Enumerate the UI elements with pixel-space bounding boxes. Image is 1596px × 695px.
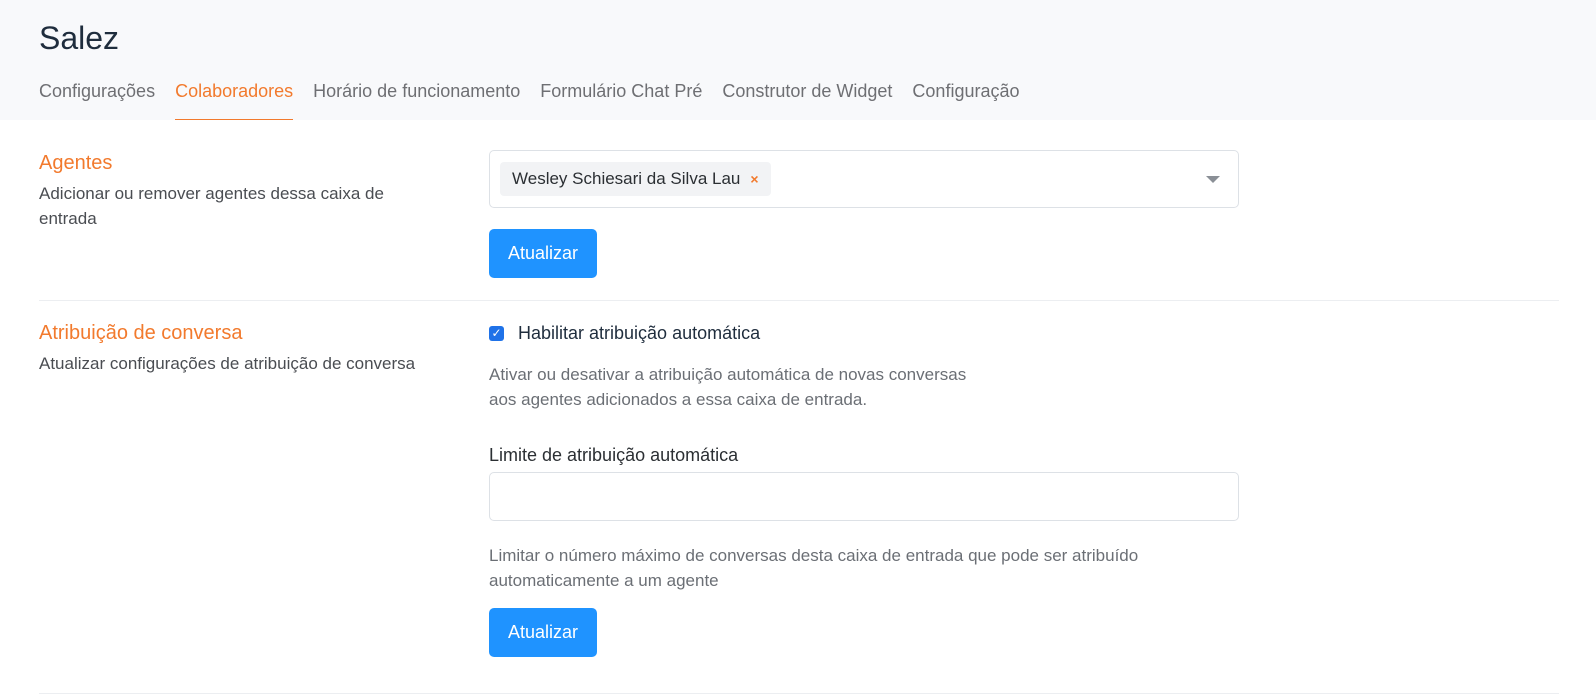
remove-agent-icon[interactable]: × <box>750 171 758 187</box>
auto-assign-help-line-2: aos agentes adicionados a essa caixa de … <box>489 390 868 409</box>
update-assignment-button[interactable]: Atualizar <box>489 608 597 657</box>
selected-agent-tag: Wesley Schiesari da Silva Lau × <box>500 162 771 196</box>
assignment-section-title: Atribuição de conversa <box>39 322 243 344</box>
tab-colaboradores[interactable]: Colaboradores <box>175 80 294 120</box>
settings-header: Salez Configurações Colaboradores Horári… <box>0 0 1596 120</box>
assignment-limit-help-line-2: automaticamente a um agente <box>489 571 719 590</box>
tab-configuracao[interactable]: Configuração <box>912 80 1019 120</box>
section-divider-bottom <box>39 693 1559 694</box>
agents-multiselect[interactable]: Wesley Schiesari da Silva Lau × <box>489 150 1239 208</box>
assignment-section-description: Atualizar configurações de atribuição de… <box>39 354 416 373</box>
chevron-down-icon[interactable] <box>1206 176 1220 183</box>
update-agents-button[interactable]: Atualizar <box>489 229 597 278</box>
selected-agent-name: Wesley Schiesari da Silva Lau <box>512 169 741 188</box>
auto-assign-help-line-1: Ativar ou desativar a atribuição automát… <box>489 365 967 384</box>
assignment-limit-label: Limite de atribuição automática <box>489 445 739 465</box>
tab-formulario-chat-pre[interactable]: Formulário Chat Pré <box>540 80 702 120</box>
auto-assign-row: ✓ Habilitar atribuição automática <box>489 323 760 344</box>
assignment-limit-help: Limitar o número máximo de conversas des… <box>489 543 1138 593</box>
inbox-title: Salez <box>39 20 120 56</box>
tab-construtor-de-widget[interactable]: Construtor de Widget <box>722 80 892 120</box>
assignment-limit-input[interactable] <box>489 472 1239 521</box>
tab-configuracoes[interactable]: Configurações <box>39 80 155 120</box>
assignment-limit-help-line-1: Limitar o número máximo de conversas des… <box>489 546 1139 565</box>
agents-section-title: Agentes <box>39 152 113 174</box>
auto-assign-help: Ativar ou desativar a atribuição automát… <box>489 362 966 412</box>
auto-assign-checkbox[interactable]: ✓ <box>489 326 504 341</box>
agents-section-description: Adicionar ou remover agentes dessa caixa… <box>39 184 384 228</box>
auto-assign-label: Habilitar atribuição automática <box>518 323 761 343</box>
tab-horario-de-funcionamento[interactable]: Horário de funcionamento <box>313 80 520 120</box>
section-divider <box>39 300 1559 301</box>
settings-tabs: Configurações Colaboradores Horário de f… <box>39 80 1040 120</box>
